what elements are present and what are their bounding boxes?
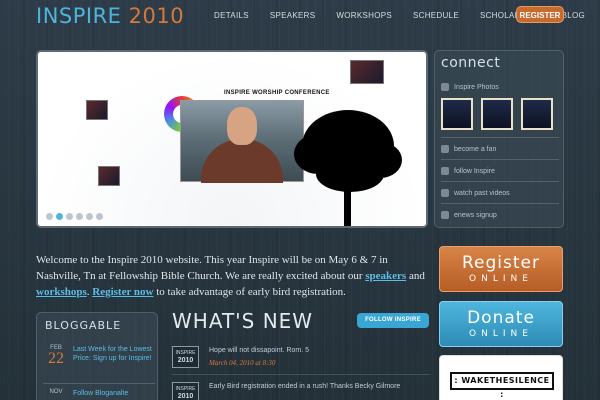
divider [43, 383, 155, 384]
divider [172, 374, 430, 375]
badge-label: INSPIRE [175, 386, 196, 392]
news-text: Hope will not dissapoint. Rom. 5 [209, 347, 309, 354]
slide-dot[interactable] [46, 213, 53, 220]
nav-workshops[interactable]: WORKSHOPS [336, 11, 392, 20]
register-button[interactable]: REGISTER [516, 6, 564, 23]
slide-thumbnail-image [350, 60, 384, 84]
inspire-badge-icon: INSPIRE 2010 [172, 382, 199, 400]
divider [441, 137, 559, 138]
logo-year: 2010 [128, 4, 185, 28]
email-icon [441, 211, 449, 219]
slide-dot[interactable] [66, 213, 73, 220]
become-a-fan-link[interactable]: become a fan [441, 145, 496, 153]
inspire-photos-link[interactable]: Inspire Photos [441, 83, 499, 91]
slide-dot[interactable] [96, 213, 103, 220]
twitter-icon [441, 167, 449, 175]
wake-the-silence-label: : WAKETHESILENCE : [450, 372, 554, 399]
donate-online-title: Donate [467, 308, 535, 328]
watch-past-videos-label: watch past videos [454, 189, 510, 197]
whats-new-title: WHAT'S NEW [172, 309, 314, 333]
welcome-text: and [406, 270, 425, 282]
enews-signup-link[interactable]: enews signup [441, 211, 497, 219]
register-online-title: Register [462, 253, 540, 273]
photo-thumbnail[interactable] [521, 98, 553, 130]
workshops-link[interactable]: workshops [36, 286, 87, 298]
bloggable-title: BLOGGABLE [45, 319, 122, 332]
welcome-text: Welcome to the Inspire 2010 website. Thi… [36, 254, 388, 282]
watch-past-videos-link[interactable]: watch past videos [441, 189, 510, 197]
post-title-link[interactable]: Follow Bloganalte [73, 389, 155, 398]
donate-online-subtitle: ONLINE [469, 329, 533, 339]
post-day: 22 [48, 350, 64, 367]
nav-blog[interactable]: BLOG [562, 11, 585, 20]
slide-thumbnail-image [86, 100, 108, 120]
slide-dot-active[interactable] [56, 213, 63, 220]
photo-thumbnail[interactable] [481, 98, 513, 130]
badge-year: 2010 [177, 357, 194, 364]
divider [441, 181, 559, 182]
speaker-face [227, 107, 257, 145]
follow-inspire-link[interactable]: follow Inspire [441, 167, 495, 175]
post-title-link[interactable]: Last Week for the Lowest Price: Sign up … [73, 345, 155, 363]
nav-details[interactable]: DETAILS [214, 11, 249, 20]
connect-panel: connect Inspire Photos become a fan foll… [434, 50, 564, 228]
video-still [180, 100, 304, 183]
bloggable-panel: BLOGGABLE FEB 22 Last Week for the Lowes… [36, 312, 158, 400]
welcome-text: to take advantage of early bird registra… [153, 286, 346, 298]
conference-title: INSPIRE WORSHIP CONFERENCE [224, 90, 330, 96]
connect-title: connect [441, 55, 501, 71]
welcome-paragraph: Welcome to the Inspire 2010 website. Thi… [36, 252, 430, 300]
logo-text: INSPIRE [36, 4, 122, 28]
slide-dot[interactable] [86, 213, 93, 220]
nav-schedule[interactable]: SCHEDULE [413, 11, 459, 20]
post-date: FEB 22 [43, 345, 69, 367]
speaker-shirt [201, 139, 283, 183]
divider [441, 203, 559, 204]
slide-thumbnail-image [98, 166, 120, 186]
site-header: INSPIRE 2010 DETAILS SPEAKERS WORKSHOPS … [0, 0, 600, 34]
donate-online-button[interactable]: Donate ONLINE [439, 301, 563, 347]
post-month: NOV [49, 389, 63, 395]
tree-silhouette-image [294, 110, 402, 226]
slide-pager [46, 213, 103, 220]
site-logo[interactable]: INSPIRE 2010 [36, 4, 184, 28]
follow-inspire-label: follow Inspire [454, 167, 495, 175]
news-timestamp: March 04, 2010 at 8:30 [209, 359, 276, 367]
register-online-subtitle: ONLINE [469, 274, 533, 284]
badge-year: 2010 [177, 393, 194, 400]
inspire-photos-label: Inspire Photos [454, 83, 499, 91]
photo-thumbnail[interactable] [441, 98, 473, 130]
featured-slideshow[interactable]: INSPIRE WORSHIP CONFERENCE [36, 50, 428, 228]
nav-speakers[interactable]: SPEAKERS [270, 11, 316, 20]
register-online-button[interactable]: Register ONLINE [439, 246, 563, 292]
badge-label: INSPIRE [175, 350, 196, 356]
wake-the-silence-banner[interactable]: : WAKETHESILENCE : [439, 355, 563, 400]
divider [441, 159, 559, 160]
become-a-fan-label: become a fan [454, 145, 497, 153]
video-icon [441, 189, 449, 197]
follow-inspire-button[interactable]: FOLLOW INSPIRE [357, 313, 429, 328]
post-date: NOV [43, 389, 69, 395]
speakers-link[interactable]: speakers [365, 270, 406, 282]
slide-dot[interactable] [76, 213, 83, 220]
enews-signup-label: enews signup [454, 211, 497, 219]
inspire-badge-icon: INSPIRE 2010 [172, 346, 199, 368]
news-text: Early Bird registration ended in a rush!… [209, 383, 401, 390]
register-now-link[interactable]: Register now [92, 286, 153, 298]
flickr-icon [441, 83, 449, 91]
facebook-icon [441, 145, 449, 153]
